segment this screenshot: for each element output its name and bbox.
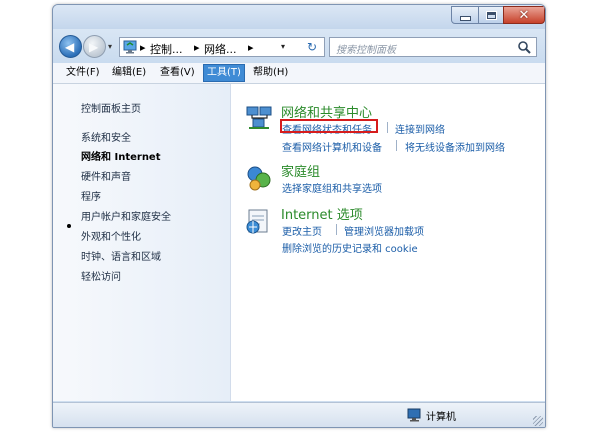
forward-arrow-icon: ▶ [89, 40, 99, 54]
link-delete-history[interactable]: 删除浏览的历史记录和 cookie [282, 240, 418, 255]
sidebar-item-system-security[interactable]: 系统和安全 [81, 129, 131, 144]
link-separator [396, 140, 397, 151]
breadcrumb-separator[interactable]: ▸ [248, 41, 254, 54]
link-separator [336, 224, 337, 235]
sidebar-item-appearance[interactable]: 外观和个性化 [81, 228, 141, 243]
maximize-icon [485, 10, 497, 20]
menu-edit[interactable]: 编辑(E) [109, 65, 149, 81]
link-manage-addons[interactable]: 管理浏览器加载项 [344, 223, 424, 238]
back-arrow-icon: ◀ [65, 40, 75, 54]
minimize-icon [459, 15, 471, 21]
navigation-bar: ◀ ▶ ▾ ▸ 控制... ▸ 网络... ▸ ▾ ↻ 搜索控制面板 [53, 29, 545, 63]
sidebar-item-clock-language[interactable]: 时钟、语言和区域 [81, 248, 161, 263]
main-content: 网络和共享中心 查看网络状态和任务 连接到网络 查看网络计算机和设备 将无线设备… [231, 84, 545, 401]
search-box[interactable]: 搜索控制面板 [329, 37, 537, 57]
breadcrumb-separator[interactable]: ▸ [194, 41, 200, 54]
menu-tools[interactable]: 工具(T) [203, 64, 245, 82]
link-view-network-computers[interactable]: 查看网络计算机和设备 [282, 139, 382, 154]
control-panel-icon [123, 40, 137, 54]
link-connect-to-network[interactable]: 连接到网络 [395, 121, 445, 136]
current-item-bullet-icon [67, 224, 71, 228]
network-sharing-icon [246, 106, 272, 129]
title-bar[interactable]: ✕ [53, 5, 545, 29]
resize-grip-icon[interactable] [533, 416, 543, 426]
menu-help[interactable]: 帮助(H) [250, 65, 291, 81]
sidebar: 控制面板主页 系统和安全 网络和 Internet 硬件和声音 程序 用户帐户和… [53, 84, 231, 401]
computer-icon [407, 408, 421, 422]
homegroup-icon [247, 166, 271, 191]
breadcrumb-separator[interactable]: ▸ [140, 41, 146, 54]
category-title-homegroup[interactable]: 家庭组 [281, 161, 320, 180]
sidebar-item-hardware-sound[interactable]: 硬件和声音 [81, 168, 131, 183]
refresh-icon[interactable]: ↻ [303, 38, 321, 56]
link-add-wireless-device[interactable]: 将无线设备添加到网络 [405, 139, 505, 154]
menu-view[interactable]: 查看(V) [157, 65, 198, 81]
breadcrumb-control-panel[interactable]: 控制... [150, 41, 183, 57]
status-bar: 计算机 [53, 402, 545, 427]
search-placeholder: 搜索控制面板 [336, 45, 396, 56]
search-icon[interactable] [517, 40, 531, 54]
link-change-homepage[interactable]: 更改主页 [282, 223, 322, 238]
menu-file[interactable]: 文件(F) [63, 65, 103, 81]
link-separator [387, 122, 388, 133]
sidebar-item-ease-of-access[interactable]: 轻松访问 [81, 268, 121, 283]
forward-button[interactable]: ▶ [83, 35, 106, 58]
close-button[interactable]: ✕ [503, 6, 545, 24]
status-location: 计算机 [426, 412, 456, 423]
sidebar-item-network-internet[interactable]: 网络和 Internet [81, 148, 161, 163]
highlight-box [280, 119, 378, 133]
address-bar[interactable]: ▸ 控制... ▸ 网络... ▸ [119, 37, 325, 57]
minimize-button[interactable] [451, 6, 479, 24]
maximize-button[interactable] [478, 6, 504, 24]
back-button[interactable]: ◀ [59, 35, 82, 58]
category-title-internet-options[interactable]: Internet 选项 [281, 204, 363, 223]
internet-options-icon [246, 209, 268, 234]
menu-bar: 文件(F) 编辑(E) 查看(V) 工具(T) 帮助(H) [53, 63, 545, 84]
history-dropdown-icon[interactable]: ▾ [108, 42, 112, 51]
close-icon: ✕ [518, 7, 530, 23]
link-homegroup-sharing-options[interactable]: 选择家庭组和共享选项 [282, 180, 382, 195]
sidebar-item-programs[interactable]: 程序 [81, 188, 101, 203]
breadcrumb-network[interactable]: 网络... [204, 41, 237, 57]
sidebar-item-user-accounts[interactable]: 用户帐户和家庭安全 [81, 208, 171, 223]
control-panel-window: ✕ ◀ ▶ ▾ ▸ 控制... ▸ 网络... ▸ ▾ ↻ 搜索控制面板 文件(… [52, 4, 546, 428]
sidebar-item-control-panel-home[interactable]: 控制面板主页 [81, 100, 141, 115]
address-dropdown-icon[interactable]: ▾ [281, 42, 285, 51]
